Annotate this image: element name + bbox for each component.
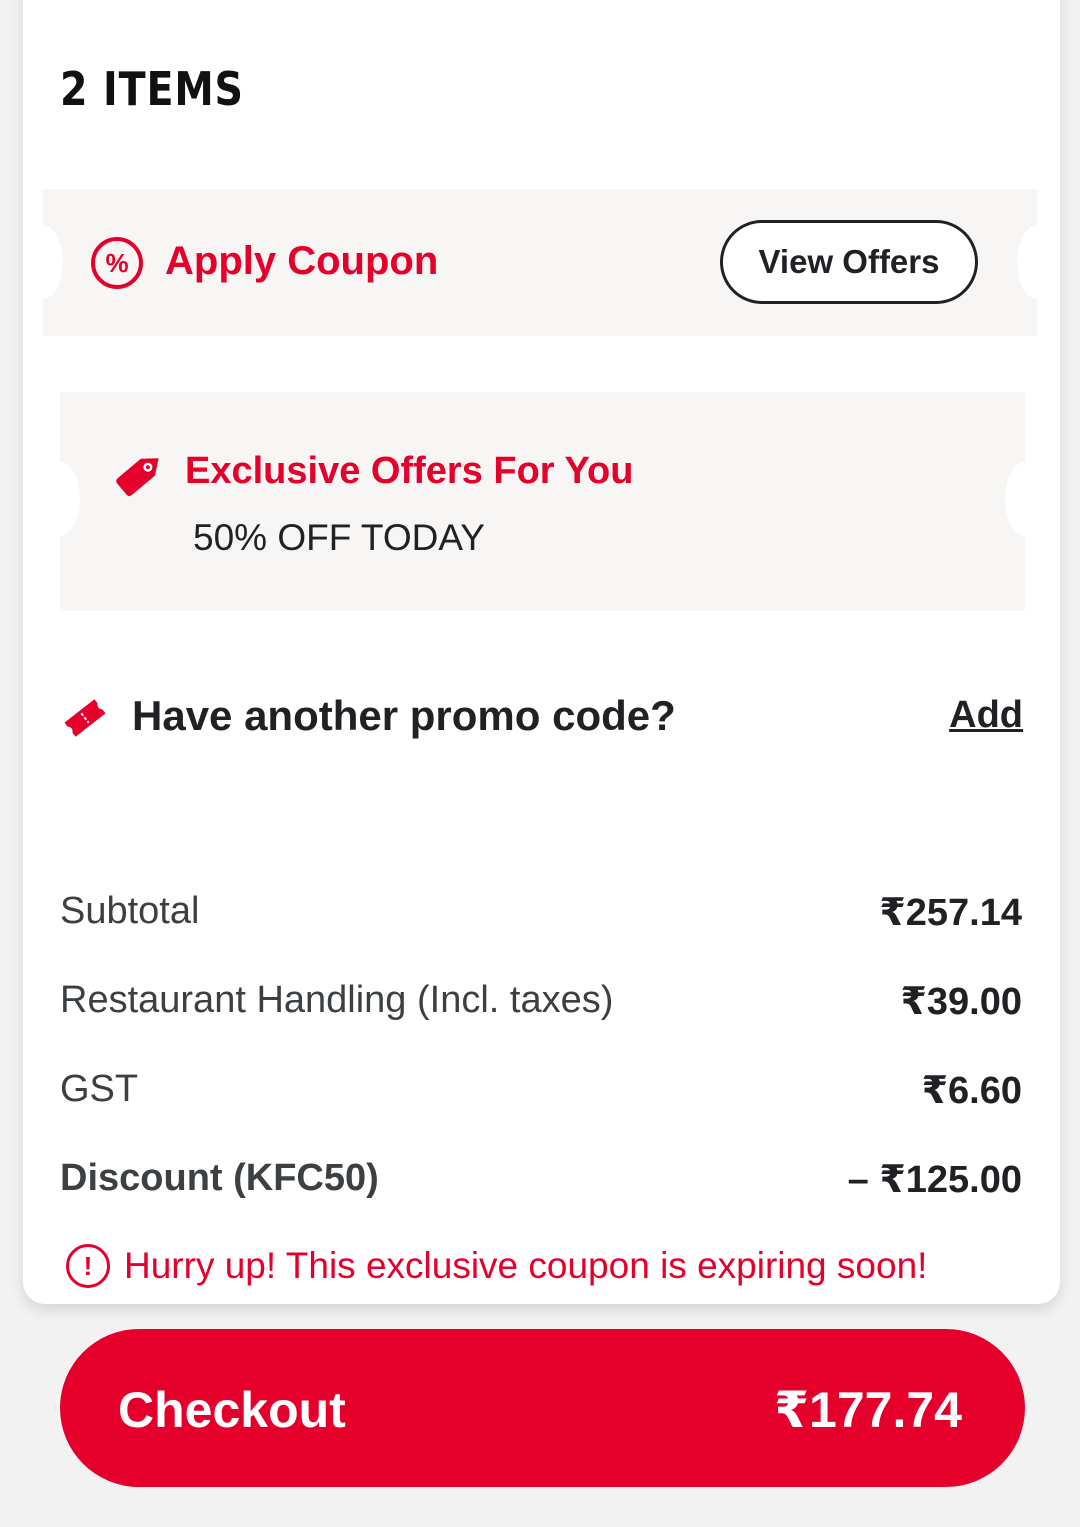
coupon-expiry-warning: ! Hurry up! This exclusive coupon is exp… — [66, 1244, 927, 1288]
add-promo-link[interactable]: Add — [949, 694, 1023, 737]
apply-coupon-bar[interactable]: % Apply Coupon View Offers — [23, 189, 1057, 336]
checkout-total: ₹177.74 — [774, 1382, 962, 1438]
apply-coupon-label[interactable]: Apply Coupon — [165, 239, 438, 284]
notch-left — [40, 462, 80, 536]
warning-text: Hurry up! This exclusive coupon is expir… — [124, 1245, 928, 1286]
summary-value: – ₹125.00 — [847, 1159, 1022, 1201]
cart-card: 2 ITEMS % Apply Coupon View Offers Exclu… — [23, 0, 1060, 1304]
summary-label: GST — [60, 1068, 139, 1110]
items-count-title: 2 ITEMS — [60, 62, 244, 116]
checkout-label: Checkout — [118, 1382, 346, 1438]
checkout-button[interactable]: Checkout ₹177.74 — [60, 1329, 1025, 1487]
offer-title: Exclusive Offers For You — [185, 450, 634, 492]
promo-code-label: Have another promo code? — [132, 692, 676, 739]
summary-label: Discount (KFC50) — [60, 1157, 379, 1199]
percent-icon: % — [91, 237, 143, 289]
summary-value: ₹257.14 — [879, 892, 1022, 934]
ticket-icon — [64, 699, 106, 737]
notch-right — [1017, 225, 1057, 299]
summary-value: ₹39.00 — [900, 981, 1022, 1023]
offer-subtitle: 50% OFF TODAY — [193, 517, 485, 558]
exclusive-offer-card[interactable]: Exclusive Offers For You 50% OFF TODAY — [40, 392, 1045, 611]
summary-value: ₹6.60 — [921, 1070, 1022, 1112]
notch-left — [23, 225, 63, 299]
alert-icon: ! — [66, 1244, 110, 1288]
view-offers-button[interactable]: View Offers — [720, 220, 978, 304]
tag-icon — [116, 458, 159, 497]
summary-label: Restaurant Handling (Incl. taxes) — [60, 979, 614, 1021]
summary-label: Subtotal — [60, 890, 200, 932]
notch-right — [1005, 462, 1045, 536]
